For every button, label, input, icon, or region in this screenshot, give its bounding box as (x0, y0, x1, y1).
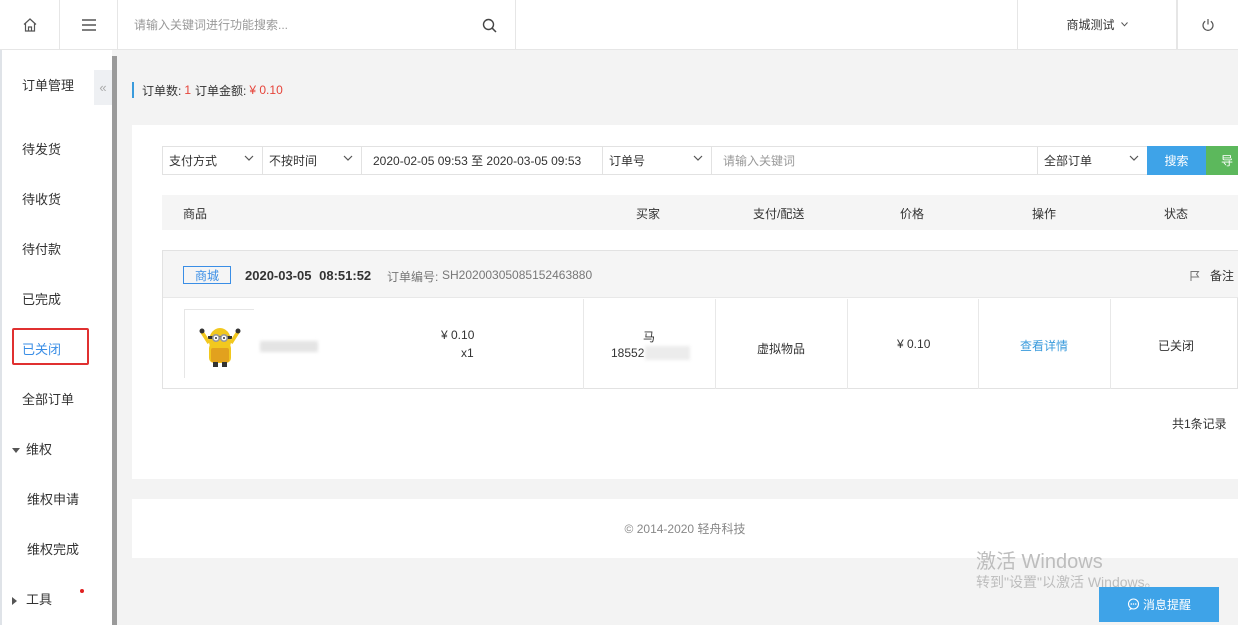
order-status-select[interactable]: 全部订单 (1037, 146, 1148, 175)
search-field-value: 订单号 (609, 154, 646, 168)
order-note-button[interactable]: 备注 (1190, 267, 1234, 284)
sidebar-group-rights-label: 维权 (26, 442, 53, 457)
product-image (185, 310, 255, 379)
payment-method-value: 支付方式 (169, 154, 218, 168)
header-action: 操作 (1032, 207, 1057, 221)
sidebar-scrollbar[interactable] (112, 56, 117, 625)
power-icon (1202, 18, 1214, 31)
function-search-input[interactable] (134, 17, 454, 32)
logout-button[interactable] (1177, 0, 1238, 49)
order-price: ¥ 0.10 (897, 337, 931, 351)
sidebar-item-closed[interactable]: 已关闭 (22, 339, 61, 358)
flag-icon (1190, 270, 1200, 281)
order-amount-value: ¥ 0.10 (249, 83, 283, 97)
store-name: 商城测试 (1066, 18, 1115, 32)
function-search (118, 0, 516, 49)
left-edge (0, 50, 2, 625)
order-number: SH20200305085152463880 (442, 268, 593, 282)
home-icon (23, 17, 36, 32)
order-count-value: 1 (184, 83, 192, 97)
header-price: 价格 (900, 207, 925, 221)
search-icon[interactable] (482, 18, 497, 33)
order-card-header: 商城 2020-03-05 08:51:52 订单编号: SH202003050… (163, 251, 1238, 298)
orders-table-header: 商品 买家 支付/配送 价格 操作 状态 (162, 195, 1238, 230)
double-chevron-left-icon: « (99, 80, 107, 95)
order-amount-label: 订单金额: (195, 83, 247, 98)
date-range-input[interactable]: 2020-02-05 09:53 至 2020-03-05 09:53 (361, 146, 603, 175)
header-product: 商品 (183, 207, 208, 221)
buyer-name: 马 (643, 330, 656, 344)
header-payment-delivery: 支付/配送 (753, 207, 805, 221)
sidebar-item-completed[interactable]: 已完成 (22, 289, 61, 308)
copyright-text: © 2014-2020 轻舟科技 (624, 522, 746, 536)
chevron-down-icon (1120, 22, 1128, 27)
keyword-placeholder: 请输入关键词 (723, 154, 796, 168)
store-switcher[interactable]: 商城测试 (1017, 0, 1177, 49)
order-status-value: 全部订单 (1044, 154, 1093, 168)
sidebar-item-pending-shipment[interactable]: 待发货 (22, 139, 61, 158)
chevron-down-icon (244, 155, 254, 161)
chevron-down-icon (343, 155, 353, 161)
home-button[interactable] (0, 0, 60, 49)
redacted-phone (645, 346, 690, 360)
redacted-product-name (260, 341, 318, 352)
notification-dot (79, 589, 84, 593)
cell-divider (715, 299, 716, 389)
order-source-tag: 商城 (183, 266, 231, 284)
cell-divider (583, 299, 584, 389)
sidebar-item-all-orders[interactable]: 全部订单 (22, 389, 74, 408)
record-count: 共1条记录 (1172, 417, 1227, 431)
message-reminder-label: 消息提醒 (1142, 598, 1191, 612)
sidebar-item-pending-payment[interactable]: 待付款 (22, 239, 61, 258)
sidebar-group-rights[interactable]: 维权 (12, 439, 52, 458)
time-filter-value: 不按时间 (269, 154, 318, 168)
time-filter-select[interactable]: 不按时间 (262, 146, 362, 175)
keyword-input[interactable]: 请输入关键词 (711, 146, 1038, 175)
chat-icon (1127, 598, 1140, 611)
sidebar-item-pending-receipt[interactable]: 待收货 (22, 189, 61, 208)
order-card: 商城 2020-03-05 08:51:52 订单编号: SH202003050… (162, 250, 1238, 389)
payment-method-select[interactable]: 支付方式 (162, 146, 263, 175)
cell-divider (978, 299, 979, 389)
search-field-select[interactable]: 订单号 (602, 146, 712, 175)
order-status: 已关闭 (1158, 339, 1195, 353)
buyer-phone: 18552 (611, 346, 645, 360)
header-status: 状态 (1164, 207, 1189, 221)
cell-divider (847, 299, 848, 389)
sidebar-collapse-button[interactable]: « (94, 70, 112, 105)
cell-divider (1110, 299, 1111, 389)
sidebar-group-tools[interactable]: 工具 (12, 589, 84, 608)
search-button[interactable]: 搜索 (1147, 146, 1206, 175)
date-range-value: 2020-02-05 09:53 至 2020-03-05 09:53 (373, 154, 582, 168)
product-thumbnail[interactable] (184, 309, 255, 379)
product-unit-price: ¥ 0.10 (441, 328, 475, 342)
order-count-label: 订单数: (142, 83, 182, 98)
view-details-link[interactable]: 查看详情 (1020, 337, 1068, 354)
sidebar-item-rights-request[interactable]: 维权申请 (27, 489, 79, 508)
header-buyer: 买家 (636, 207, 661, 221)
menu-toggle-button[interactable] (60, 0, 118, 49)
caret-right-icon (12, 596, 17, 605)
delivery-type: 虚拟物品 (757, 342, 806, 356)
sidebar-group-tools-label: 工具 (26, 592, 53, 607)
sidebar-title: 订单管理 (22, 78, 75, 93)
order-summary: 订单数: 1 订单金额: ¥ 0.10 (132, 82, 283, 98)
caret-down-icon (12, 447, 20, 453)
export-button[interactable]: 导 (1206, 146, 1238, 175)
order-number-label: 订单编号: (387, 270, 439, 284)
product-quantity: x1 (461, 346, 474, 360)
top-bar: 商城测试 (0, 0, 1238, 50)
message-reminder-button[interactable]: 消息提醒 (1099, 587, 1219, 622)
sidebar-item-rights-done[interactable]: 维权完成 (27, 539, 79, 558)
menu-icon (81, 18, 96, 31)
order-note-label: 备注 (1210, 269, 1235, 283)
chevron-down-icon (693, 155, 703, 161)
activation-watermark-title: 激活 Windows (976, 551, 1103, 573)
chevron-down-icon (1129, 155, 1139, 161)
order-datetime: 2020-03-05 08:51:52 (245, 268, 372, 283)
